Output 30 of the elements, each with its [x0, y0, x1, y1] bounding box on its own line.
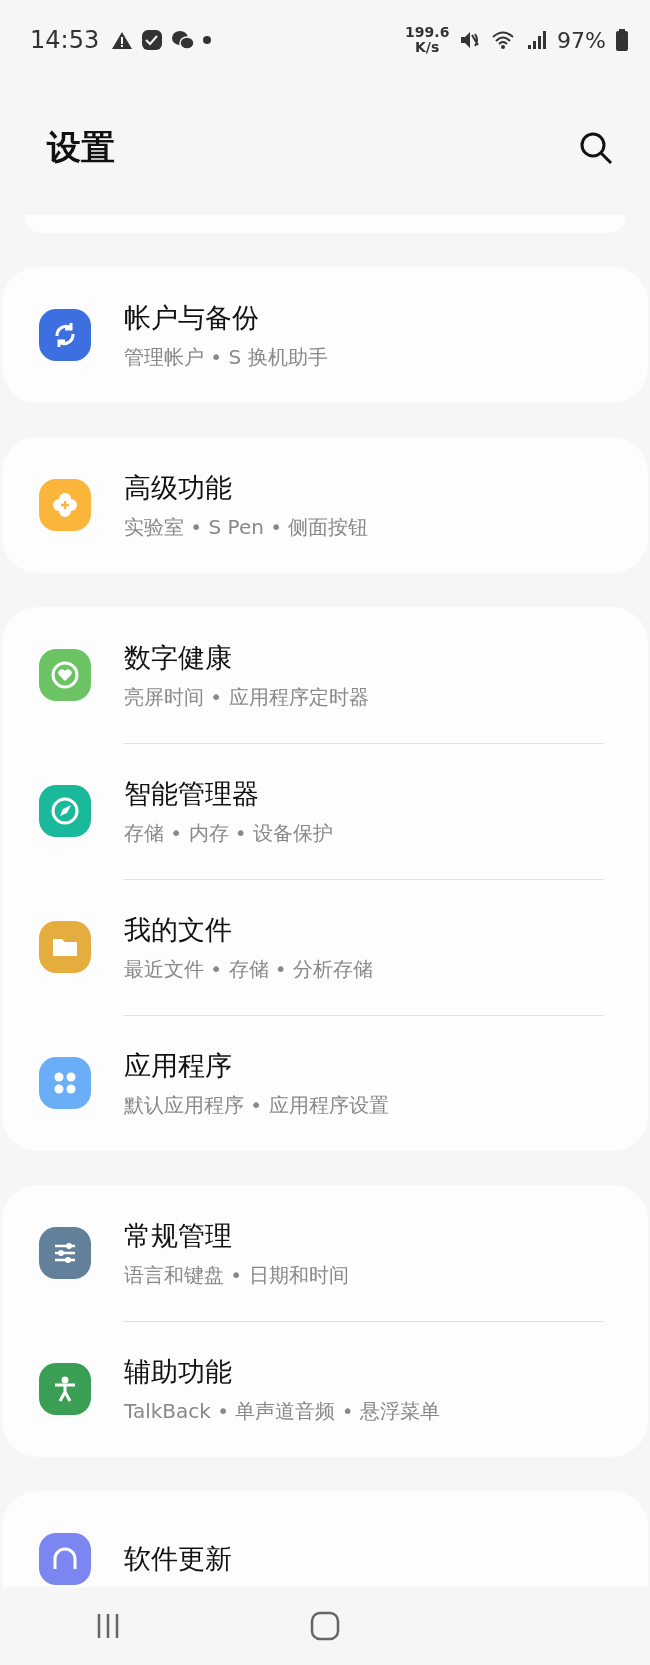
- setting-subtitle: 实验室 • S Pen • 侧面按钮: [124, 513, 369, 541]
- setting-title[interactable]: 常规管理: [124, 1217, 349, 1254]
- setting-subtitle: 管理帐户 • S 换机助手: [124, 343, 328, 371]
- setting-subtitle: 语言和键盘 • 日期和时间: [124, 1261, 349, 1289]
- setting-subtitle: TalkBack • 单声道音频 • 悬浮菜单: [124, 1397, 440, 1425]
- setting-title[interactable]: 软件更新: [124, 1541, 232, 1577]
- setting-subtitle: 存储 • 内存 • 设备保护: [124, 819, 334, 847]
- page-title: 设置: [47, 125, 115, 169]
- setting-title[interactable]: 智能管理器: [124, 775, 334, 812]
- heart-ring-icon: [49, 659, 81, 691]
- signal-icon: [527, 30, 548, 50]
- recents-button[interactable]: [96, 1612, 121, 1640]
- setting-subtitle: 默认应用程序 • 应用程序设置: [124, 1091, 389, 1119]
- home-button[interactable]: [310, 1611, 340, 1641]
- setting-title[interactable]: 我的文件: [124, 911, 374, 948]
- setting-title[interactable]: 辅助功能: [124, 1353, 440, 1390]
- battery-icon: [616, 29, 628, 51]
- warning-icon: [111, 30, 134, 50]
- chat-icon: [171, 29, 196, 51]
- setting-title[interactable]: 应用程序: [124, 1047, 389, 1084]
- setting-title[interactable]: 数字健康: [124, 639, 369, 676]
- setting-title[interactable]: 高级功能: [124, 469, 369, 506]
- network-speed: 199.6 K/s: [405, 25, 450, 55]
- status-time: 14:53: [30, 26, 100, 54]
- notification-dot-icon: [203, 36, 212, 44]
- battery-percent: 97%: [557, 27, 606, 53]
- setting-subtitle: 亮屏时间 • 应用程序定时器: [124, 683, 369, 711]
- setting-subtitle: 最近文件 • 存储 • 分析存储: [124, 955, 374, 983]
- check-badge-icon: [141, 29, 164, 51]
- setting-title[interactable]: 帐户与备份: [124, 299, 328, 336]
